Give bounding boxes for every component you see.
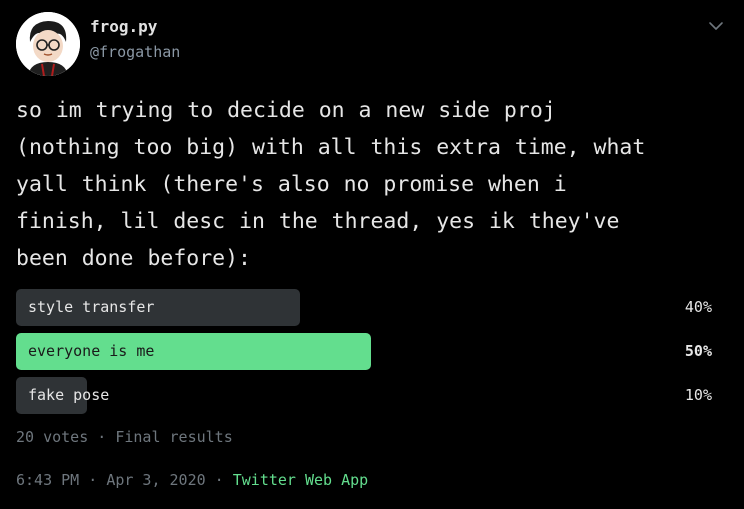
poll-separator: · <box>88 428 116 446</box>
avatar[interactable] <box>16 12 80 76</box>
poll-option-percent: 40% <box>684 298 712 316</box>
poll-option-winner[interactable]: everyone is me 50% <box>16 333 728 370</box>
poll-summary: 20 votes · Final results <box>16 428 233 446</box>
poll-option-label: style transfer <box>28 298 155 316</box>
chevron-down-icon[interactable] <box>708 18 724 34</box>
meta-separator: · <box>205 471 233 489</box>
tweet-source-link[interactable]: Twitter Web App <box>233 471 368 489</box>
poll-option[interactable]: style transfer 40% <box>16 289 728 326</box>
tweet-time[interactable]: 6:43 PM <box>16 471 79 489</box>
poll: style transfer 40% everyone is me 50% fa… <box>16 289 728 421</box>
user-handle[interactable]: @frogathan <box>90 43 180 61</box>
avatar-illustration <box>16 12 80 76</box>
poll-option[interactable]: fake pose 10% <box>16 377 728 414</box>
poll-status: Final results <box>115 428 233 446</box>
poll-option-label: fake pose <box>28 386 110 404</box>
tweet-timestamp: 6:43 PM · Apr 3, 2020 · Twitter Web App <box>16 471 368 489</box>
poll-option-percent: 10% <box>684 386 712 404</box>
meta-separator: · <box>79 471 107 489</box>
display-name[interactable]: frog.py <box>90 17 157 36</box>
poll-option-percent: 50% <box>684 342 712 360</box>
poll-option-label: everyone is me <box>28 342 155 360</box>
vote-count: 20 votes <box>16 428 89 446</box>
tweet-date[interactable]: Apr 3, 2020 <box>106 471 205 489</box>
tweet-text: so im trying to decide on a new side pro… <box>16 98 646 271</box>
